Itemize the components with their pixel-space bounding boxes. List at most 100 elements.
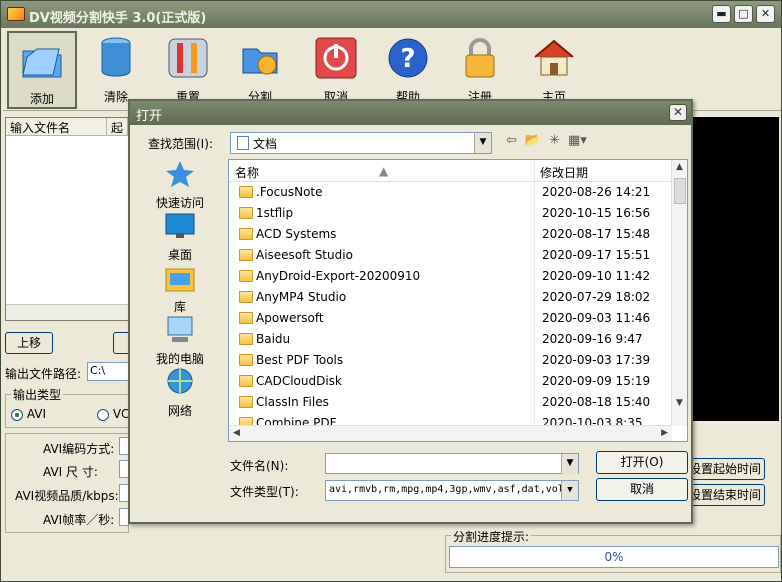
dialog-cancel-button[interactable]: 取消 xyxy=(596,478,688,501)
column-name[interactable]: 名称 xyxy=(235,164,259,181)
horizontal-scrollbar[interactable]: ◀ ▶ xyxy=(229,425,672,441)
list-item[interactable]: CADCloudDisk 2020-09-09 15:19 xyxy=(229,371,672,392)
dialog-title[interactable]: 打开 xyxy=(130,101,691,125)
file-name-input[interactable]: ▼ xyxy=(325,453,579,474)
list-item[interactable]: ClassIn Files 2020-08-18 15:40 xyxy=(229,392,672,413)
place-network[interactable]: 网络 xyxy=(146,367,214,419)
vertical-scrollbar[interactable]: ▲ ▼ xyxy=(671,160,687,426)
column-input-filename[interactable]: 输入文件名 xyxy=(6,118,107,135)
scroll-right-icon[interactable]: ▶ xyxy=(661,428,668,438)
sort-caret-icon: ▲ xyxy=(379,164,389,178)
window-title: DV视频分割快手 3.0(正式版) xyxy=(29,11,207,26)
add-button[interactable]: 添加 xyxy=(7,31,77,109)
avi-size-label: AVI 尺 寸: xyxy=(43,465,98,479)
file-date: 2020-09-16 9:47 xyxy=(542,332,643,346)
scroll-up-icon[interactable]: ▲ xyxy=(676,162,683,172)
file-name: ClassIn Files xyxy=(256,395,329,409)
back-icon[interactable]: ⇦ xyxy=(506,133,517,148)
help-icon: ? xyxy=(388,38,428,78)
open-button[interactable]: 打开(O) xyxy=(596,451,688,474)
minimize-button[interactable]: ▬ xyxy=(712,5,731,23)
avi-quality-label: AVI视频品质/kbps: xyxy=(15,489,119,503)
place-library[interactable]: 库 xyxy=(146,263,214,315)
app-logo-icon xyxy=(7,7,25,21)
up-folder-icon[interactable]: 📂 xyxy=(525,133,541,148)
folder-icon xyxy=(239,249,253,261)
list-item[interactable]: Aiseesoft Studio 2020-09-17 15:51 xyxy=(229,245,672,266)
output-path-label: 输出文件路径: xyxy=(5,367,82,381)
list-item[interactable]: AnyMP4 Studio 2020-07-29 18:02 xyxy=(229,287,672,308)
cancel-button[interactable]: 取消 xyxy=(301,31,371,109)
move-up-button[interactable]: 上移 xyxy=(5,332,53,354)
power-icon xyxy=(315,37,357,79)
list-item[interactable]: .FocusNote 2020-08-26 14:21 xyxy=(229,182,672,203)
dialog-close-button[interactable]: ✕ xyxy=(669,104,687,121)
title-bar[interactable]: DV视频分割快手 3.0(正式版) ▬ □ ✕ xyxy=(1,1,781,28)
clear-button[interactable]: 清除 xyxy=(81,31,151,109)
column-date-modified[interactable]: 修改日期 xyxy=(540,164,588,181)
file-name: Aiseesoft Studio xyxy=(256,248,353,262)
list-item[interactable]: ACD Systems 2020-08-17 15:48 xyxy=(229,224,672,245)
library-icon xyxy=(165,268,195,292)
lock-icon xyxy=(465,38,495,78)
file-type-select[interactable]: avi,rmvb,rm,mpg,mp4,3gp,wmv,asf,dat,vol … xyxy=(325,480,579,501)
file-rows: .FocusNote 2020-08-26 14:21 1stflip 2020-10… xyxy=(229,182,672,434)
file-name: ACD Systems xyxy=(256,227,337,241)
file-date: 2020-09-17 15:51 xyxy=(542,248,651,262)
scroll-thumb[interactable] xyxy=(674,178,686,204)
folder-icon xyxy=(239,333,253,345)
desktop-icon xyxy=(165,213,195,238)
list-item[interactable]: AnyDroid-Export-20200910 2020-09-10 11:42 xyxy=(229,266,672,287)
file-name-label: 文件名(N): xyxy=(230,459,289,473)
list-item[interactable]: Baidu 2020-09-16 9:47 xyxy=(229,329,672,350)
file-name: CADCloudDisk xyxy=(256,374,342,388)
close-button[interactable]: ✕ xyxy=(756,5,775,23)
output-path-input[interactable]: C:\ xyxy=(87,362,129,381)
svg-text:?: ? xyxy=(400,44,415,74)
reset-button[interactable]: 重置 xyxy=(153,31,223,109)
set-start-time-button[interactable]: 设置起始时间 xyxy=(685,458,765,480)
help-button[interactable]: ? 帮助 xyxy=(373,31,443,109)
split-button[interactable]: 分割 xyxy=(225,31,295,109)
avi-fps-label: AVI帧率／秒: xyxy=(43,513,115,527)
place-my-computer[interactable]: 我的电脑 xyxy=(146,315,214,367)
radio-vcd-indicator[interactable] xyxy=(97,408,109,421)
homepage-button[interactable]: 主页 xyxy=(519,31,589,109)
maximize-button[interactable]: □ xyxy=(734,5,753,23)
file-list-scrollbar[interactable] xyxy=(6,304,128,320)
radio-vcd[interactable]: VC xyxy=(97,407,129,421)
view-menu-icon[interactable]: ▦▾ xyxy=(568,133,587,148)
input-file-list[interactable]: 输入文件名 起 xyxy=(5,117,129,321)
progress-bar: 0% xyxy=(449,546,779,568)
scroll-left-icon[interactable]: ◀ xyxy=(233,428,240,438)
list-item[interactable]: Apowersoft 2020-09-03 11:46 xyxy=(229,308,672,329)
output-type-label: 输出类型 xyxy=(11,386,64,403)
file-date: 2020-09-03 11:46 xyxy=(542,311,651,325)
file-list-view[interactable]: ▲ 名称 修改日期 .FocusNote 2020-08-26 14:21 1stf… xyxy=(228,159,688,442)
radio-avi-indicator[interactable] xyxy=(11,408,23,421)
list-item[interactable]: Best PDF Tools 2020-09-03 17:39 xyxy=(229,350,672,371)
register-button[interactable]: 注册 xyxy=(445,31,515,109)
home-icon xyxy=(534,39,574,76)
radio-avi[interactable]: AVI xyxy=(11,407,46,421)
look-in-combo[interactable]: 文档 ▼ xyxy=(230,132,492,154)
folder-icon xyxy=(239,375,253,387)
quick-access-icon xyxy=(166,161,194,187)
place-desktop[interactable]: 桌面 xyxy=(146,211,214,263)
scroll-down-icon[interactable]: ▼ xyxy=(676,398,683,408)
folder-icon xyxy=(239,186,253,198)
place-quick-access[interactable]: 快速访问 xyxy=(146,159,214,211)
set-end-time-button[interactable]: 设置结束时间 xyxy=(685,484,765,506)
column-start[interactable]: 起 xyxy=(107,118,128,135)
new-folder-icon[interactable]: ✳ xyxy=(549,133,560,148)
file-name-dropdown-icon[interactable]: ▼ xyxy=(561,454,578,474)
chevron-down-icon[interactable]: ▼ xyxy=(474,133,491,153)
list-item[interactable]: 1stflip 2020-10-15 16:56 xyxy=(229,203,672,224)
folder-icon xyxy=(239,354,253,366)
file-name: AnyMP4 Studio xyxy=(256,290,347,304)
file-name: 1stflip xyxy=(256,206,294,220)
file-type-dropdown-icon[interactable]: ▼ xyxy=(561,481,578,500)
tools-icon xyxy=(168,38,208,78)
file-date: 2020-09-10 11:42 xyxy=(542,269,651,283)
look-in-value: 文档 xyxy=(253,137,278,151)
